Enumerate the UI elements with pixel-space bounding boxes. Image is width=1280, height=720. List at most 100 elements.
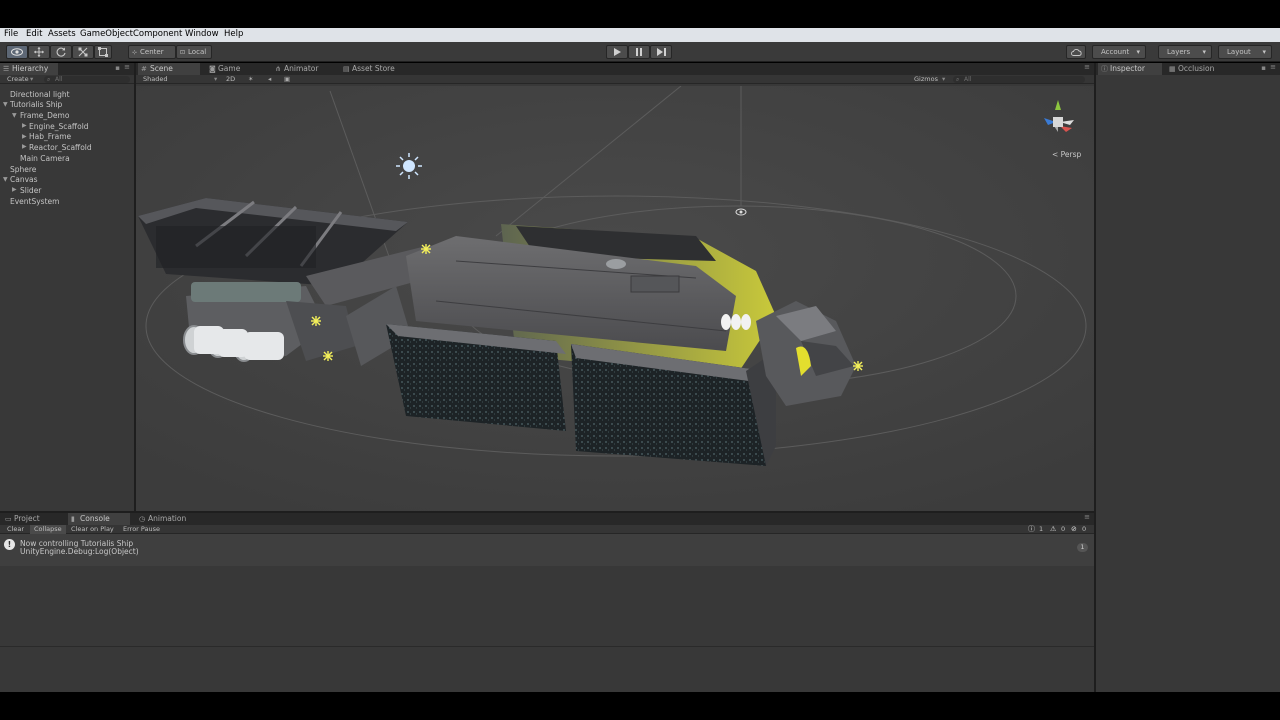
scene-view-header: # Scene ◙ Game ⋔ Animator ▤ Asset Store … xyxy=(136,63,1094,86)
hierarchy-item-frame-demo[interactable]: Frame_Demo xyxy=(20,111,69,120)
audio-toggle-icon[interactable]: ◂ xyxy=(268,75,271,84)
error-pause-toggle[interactable]: Error Pause xyxy=(123,525,160,534)
menu-help[interactable]: Help xyxy=(224,29,243,39)
hierarchy-item-eventsystem[interactable]: EventSystem xyxy=(10,197,59,206)
layers-label: Layers xyxy=(1167,48,1191,56)
gamepad-icon: ◙ xyxy=(209,65,216,73)
scene-viewport[interactable]: < Persp xyxy=(136,86,1094,511)
clear-button[interactable]: Clear xyxy=(7,525,24,534)
collapse-triangle-icon[interactable]: ▶ xyxy=(12,186,17,193)
scene-toolbar: Shaded ▾ 2D ✶ ◂ ▣ Gizmos ▾ ⌕ All xyxy=(136,75,1094,84)
tab-animation[interactable]: ◷ Animation xyxy=(136,513,200,525)
pause-button[interactable] xyxy=(628,45,650,59)
hierarchy-item-main-camera[interactable]: Main Camera xyxy=(20,154,70,163)
panel-divider[interactable] xyxy=(1094,63,1096,692)
tab-project[interactable]: ▭ Project xyxy=(2,513,62,525)
search-icon: ⌕ xyxy=(47,76,51,83)
hierarchy-search-input[interactable]: ⌕ All xyxy=(44,76,130,83)
lock-icon[interactable]: ▪ xyxy=(1261,64,1266,72)
hierarchy-item-engine-scaffold[interactable]: Engine_Scaffold xyxy=(29,122,89,131)
menu-bar: File Edit Assets GameObject Component Wi… xyxy=(0,28,1280,42)
space-label: Local xyxy=(188,48,207,56)
shading-mode-dropdown[interactable]: Shaded xyxy=(143,75,167,84)
error-count[interactable]: 0 xyxy=(1082,525,1086,534)
hierarchy-item-slider[interactable]: Slider xyxy=(20,186,41,195)
perspective-label[interactable]: < Persp xyxy=(1052,150,1082,159)
collapse-toggle[interactable]: Collapse xyxy=(30,525,66,534)
expand-triangle-icon[interactable]: ▼ xyxy=(3,101,8,108)
lighting-toggle-icon[interactable]: ✶ xyxy=(248,75,253,84)
rect-tool-icon xyxy=(98,47,108,57)
expand-triangle-icon[interactable]: ▼ xyxy=(12,112,17,119)
move-tool-button[interactable] xyxy=(28,45,50,59)
hand-tool-button[interactable] xyxy=(6,45,28,59)
menu-component[interactable]: Component xyxy=(133,29,182,39)
lock-icon[interactable]: ▪ xyxy=(115,64,120,72)
tab-project-label: Project xyxy=(14,514,40,523)
play-button[interactable] xyxy=(606,45,628,59)
expand-triangle-icon[interactable]: ▼ xyxy=(3,176,8,183)
tab-inspector[interactable]: ⓘ Inspector xyxy=(1098,63,1162,75)
warning-count[interactable]: 0 xyxy=(1061,525,1065,534)
tab-hierarchy[interactable]: ☰ Hierarchy xyxy=(0,63,58,75)
menu-file[interactable]: File xyxy=(4,29,18,39)
console-toolbar: Clear Collapse Clear on Play Error Pause… xyxy=(0,525,1094,534)
gizmos-dropdown[interactable]: Gizmos xyxy=(914,75,938,84)
tab-asset-store[interactable]: ▤ Asset Store xyxy=(340,63,410,75)
hierarchy-item-sphere[interactable]: Sphere xyxy=(10,165,36,174)
tab-console[interactable]: ▮ Console xyxy=(68,513,130,525)
menu-edit[interactable]: Edit xyxy=(26,29,42,39)
step-button[interactable] xyxy=(650,45,672,59)
tab-game[interactable]: ◙ Game xyxy=(206,63,262,75)
scene-search-input[interactable]: ⌕ All xyxy=(953,76,1085,83)
store-icon: ▤ xyxy=(343,65,350,73)
hierarchy-item-directional-light[interactable]: Directional light xyxy=(10,90,70,99)
create-dropdown[interactable]: Create xyxy=(7,75,29,84)
panel-menu-icon[interactable]: ≡ xyxy=(124,63,130,71)
clear-on-play-toggle[interactable]: Clear on Play xyxy=(71,525,114,534)
hierarchy-item-reactor-scaffold[interactable]: Reactor_Scaffold xyxy=(29,143,92,152)
collab-cloud-button[interactable] xyxy=(1066,45,1086,59)
collapse-triangle-icon[interactable]: ▶ xyxy=(22,143,27,150)
rotate-tool-button[interactable] xyxy=(50,45,72,59)
scale-tool-button[interactable] xyxy=(72,45,94,59)
panel-menu-icon[interactable]: ≡ xyxy=(1084,513,1090,521)
tab-occlusion[interactable]: ▦ Occlusion xyxy=(1166,63,1230,75)
tab-animator-label: Animator xyxy=(284,64,319,73)
eye-icon xyxy=(11,48,23,56)
tab-scene[interactable]: # Scene xyxy=(138,63,200,75)
pivot-rotation-toggle[interactable]: ⊡ Local xyxy=(176,45,212,59)
layout-dropdown[interactable]: Layout ▾ xyxy=(1218,45,1272,59)
chevron-down-icon: ▾ xyxy=(30,75,34,83)
toggle-2d-button[interactable]: 2D xyxy=(226,75,235,84)
effects-toggle-icon[interactable]: ▣ xyxy=(284,75,290,84)
step-icon xyxy=(656,48,666,56)
log-entry[interactable]: ! Now controlling Tutorialis Ship UnityE… xyxy=(0,536,1094,558)
screen-bottom-border xyxy=(0,692,1280,720)
rect-tool-button[interactable] xyxy=(94,45,112,59)
collapse-triangle-icon[interactable]: ▶ xyxy=(22,122,27,129)
menu-window[interactable]: Window xyxy=(185,29,219,39)
info-icon: ⓘ xyxy=(1101,65,1108,73)
layers-dropdown[interactable]: Layers ▾ xyxy=(1158,45,1212,59)
pivot-icon: ⊹ xyxy=(132,48,138,56)
panel-menu-icon[interactable]: ≡ xyxy=(1270,63,1276,71)
collapse-triangle-icon[interactable]: ▶ xyxy=(22,133,27,140)
pivot-center-toggle[interactable]: ⊹ Center xyxy=(128,45,176,59)
warning-count-icon: ⚠ xyxy=(1050,525,1057,533)
scene-tabbar: # Scene ◙ Game ⋔ Animator ▤ Asset Store … xyxy=(136,63,1094,75)
account-dropdown[interactable]: Account ▾ xyxy=(1092,45,1146,59)
hierarchy-item-hab-frame[interactable]: Hab_Frame xyxy=(29,132,71,141)
animation-icon: ◷ xyxy=(139,515,146,523)
chevron-down-icon: ▾ xyxy=(942,75,946,83)
hierarchy-item-tutorialis-ship[interactable]: Tutorialis Ship xyxy=(10,100,62,109)
panel-menu-icon[interactable]: ≡ xyxy=(1084,63,1090,71)
info-count[interactable]: 1 xyxy=(1039,525,1043,534)
tab-animator[interactable]: ⋔ Animator xyxy=(272,63,336,75)
animator-icon: ⋔ xyxy=(275,65,281,73)
menu-assets[interactable]: Assets xyxy=(48,29,76,39)
console-log-list: ! Now controlling Tutorialis Ship UnityE… xyxy=(0,534,1094,566)
console-detail-divider[interactable] xyxy=(0,646,1094,647)
menu-gameobject[interactable]: GameObject xyxy=(80,29,133,39)
hierarchy-item-canvas[interactable]: Canvas xyxy=(10,175,38,184)
